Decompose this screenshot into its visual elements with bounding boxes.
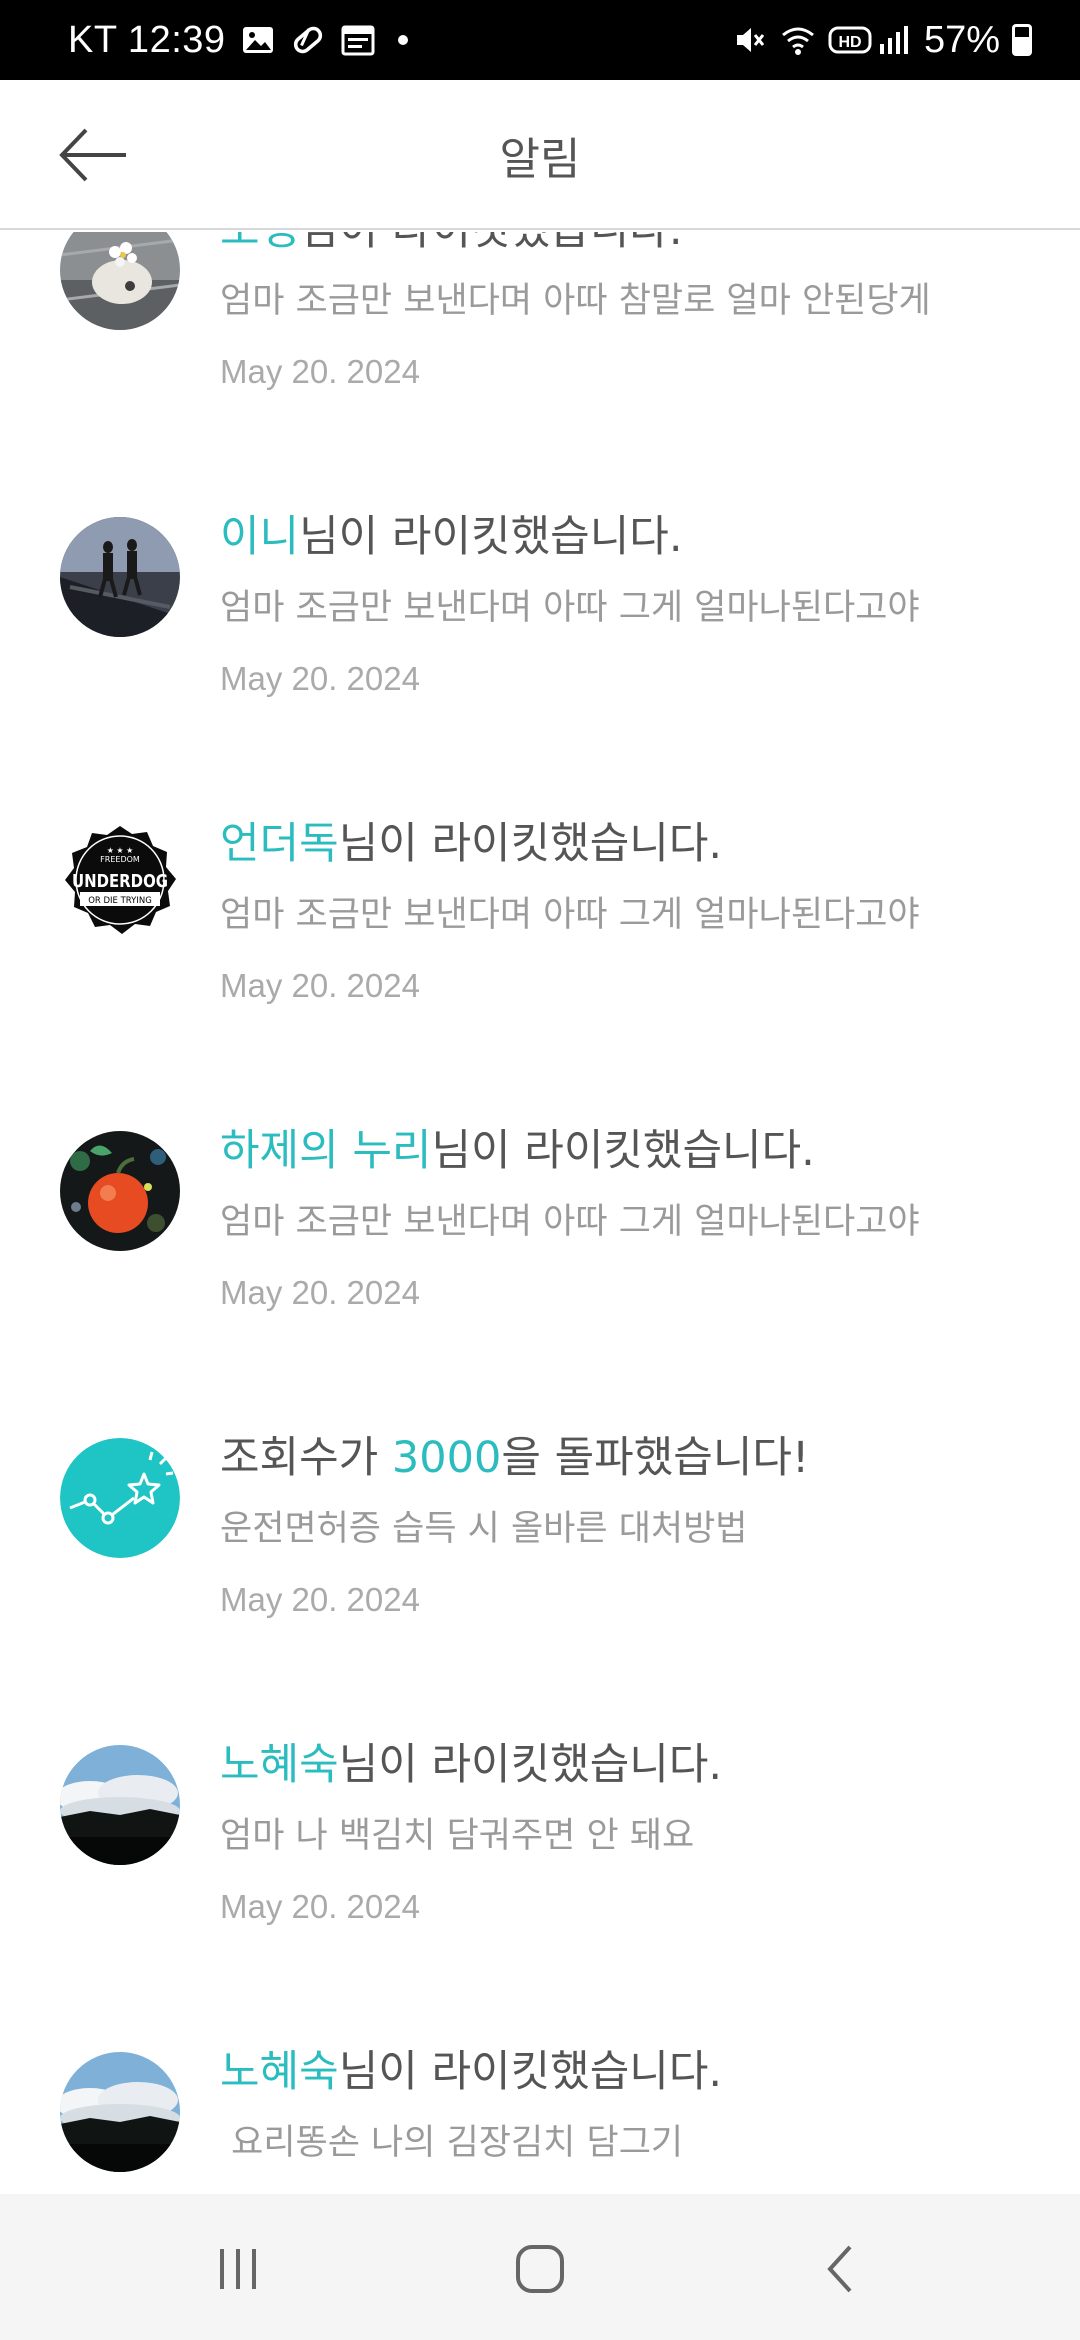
notification-headline: 언더독님이 라이킷했습니다. xyxy=(220,816,1050,872)
wifi-icon xyxy=(780,22,816,58)
badge-main-text: UNDERDOG xyxy=(72,871,168,892)
avatar[interactable]: FREEDOM UNDERDOG OR DIE TRYING ★ ★ ★ xyxy=(60,824,180,944)
battery-icon xyxy=(1012,24,1032,56)
status-bar: KT 12:39 HD 57% xyxy=(0,0,1080,80)
battery-percent: 57% xyxy=(923,18,1000,61)
notification-headline: 하제의 누리님이 라이킷했습니다. xyxy=(220,1123,1050,1179)
calendar-icon xyxy=(340,22,376,58)
headline-text: 을 돌파했습니다! xyxy=(501,1433,810,1483)
avatar-silhouettes xyxy=(60,517,180,637)
pill-icon xyxy=(290,22,326,58)
recents-button[interactable] xyxy=(198,2229,278,2309)
notification-item[interactable]: 노혜숙님이 라이킷했습니다. 엄마 나 백김치 담궈주면 안 돼요 May 20… xyxy=(0,1737,1080,2044)
user-name[interactable]: 하제의 누리 xyxy=(220,1126,431,1176)
mute-icon xyxy=(732,22,768,58)
avatar[interactable] xyxy=(60,2052,180,2172)
notification-headline: 노혜숙님이 라이킷했습니다. xyxy=(220,2044,1050,2100)
avatar[interactable] xyxy=(60,1745,180,1865)
post-snippet: 엄마 조금만 보낸다며 아따 참말로 얼마 안된당게 xyxy=(220,281,931,321)
app-bar: 알림 xyxy=(0,80,1080,230)
headline-text: 님이 라이킷했습니다. xyxy=(299,512,683,562)
post-snippet: 엄마 조금만 보낸다며 아따 그게 얼마나된다고야 xyxy=(220,895,920,935)
notification-item[interactable]: 노혜숙님이 라이킷했습니다. 요리똥손 나의 김장김치 담그기 xyxy=(0,2044,1080,2192)
badge-top-text: FREEDOM xyxy=(100,855,140,864)
svg-text:HD: HD xyxy=(838,34,861,51)
post-snippet: 엄마 조금만 보낸다며 아따 그게 얼마나된다고야 xyxy=(220,1202,920,1242)
avatar-red-fruit xyxy=(60,1131,180,1251)
notification-headline: 이니님이 라이킷했습니다. xyxy=(220,509,1050,565)
notification-date: May 20. 2024 xyxy=(220,1581,420,1618)
svg-text:★ ★ ★: ★ ★ ★ xyxy=(107,846,134,855)
headline-text: 님이 라이킷했습니다. xyxy=(338,2047,723,2097)
hd-icon: HD xyxy=(828,22,872,58)
user-name[interactable]: 이니 xyxy=(220,512,299,562)
home-icon xyxy=(516,2245,564,2293)
page-title: 알림 xyxy=(499,134,581,185)
notification-date: May 20. 2024 xyxy=(220,1888,420,1925)
notification-dot-icon xyxy=(397,35,408,45)
notification-item[interactable]: 초맹님이 라이킷했습니다. 엄마 조금만 보낸다며 아따 참말로 얼마 안된당게… xyxy=(0,232,1080,509)
user-name[interactable]: 초맹 xyxy=(220,232,299,255)
user-name[interactable]: 언더독 xyxy=(220,819,339,869)
notification-date: May 20. 2024 xyxy=(220,1274,420,1311)
avatar-underdog-badge: FREEDOM UNDERDOG OR DIE TRYING ★ ★ ★ xyxy=(60,824,180,944)
headline-prefix: 조회수가 xyxy=(220,1433,392,1483)
notification-headline: 조회수가 3000을 돌파했습니다! xyxy=(220,1430,1050,1486)
stats-star-icon xyxy=(60,1438,180,1558)
headline-text: 님이 라이킷했습니다. xyxy=(338,1740,723,1790)
badge-bottom-text: OR DIE TRYING xyxy=(88,896,152,906)
user-name[interactable]: 노혜숙 xyxy=(220,1740,339,1790)
notification-item[interactable]: 조회수가 3000을 돌파했습니다! 운전면허증 습득 시 올바른 대처방법 M… xyxy=(0,1430,1080,1737)
avatar[interactable] xyxy=(60,517,180,637)
post-snippet: 요리똥손 나의 김장김치 담그기 xyxy=(220,2123,684,2163)
back-nav-button[interactable] xyxy=(802,2229,882,2309)
post-snippet: 엄마 조금만 보낸다며 아따 그게 얼마나된다고야 xyxy=(220,588,920,628)
view-count: 3000 xyxy=(391,1433,502,1483)
avatar-stone-flower xyxy=(60,232,180,330)
home-button[interactable] xyxy=(500,2229,580,2309)
headline-text: 님이 라이킷했습니다. xyxy=(431,1126,815,1176)
headline-text: 님이 라이킷했습니다. xyxy=(338,819,723,869)
notification-item[interactable]: FREEDOM UNDERDOG OR DIE TRYING ★ ★ ★ 언더독… xyxy=(0,816,1080,1123)
notification-headline: 노혜숙님이 라이킷했습니다. xyxy=(220,1737,1050,1793)
post-snippet: 엄마 나 백김치 담궈주면 안 돼요 xyxy=(220,1816,695,1856)
avatar-clouds xyxy=(60,1745,180,1865)
avatar[interactable] xyxy=(60,1131,180,1251)
carrier-time: KT 12:39 xyxy=(68,18,226,61)
notification-date: May 20. 2024 xyxy=(220,660,420,697)
user-name[interactable]: 노혜숙 xyxy=(220,2047,339,2097)
notification-date: May 20. 2024 xyxy=(220,353,420,390)
notification-headline: 초맹님이 라이킷했습니다. xyxy=(220,232,1050,258)
avatar-clouds xyxy=(60,2052,180,2172)
avatar[interactable] xyxy=(60,232,180,330)
notification-item[interactable]: 하제의 누리님이 라이킷했습니다. 엄마 조금만 보낸다며 아따 그게 얼마나된… xyxy=(0,1123,1080,1430)
notification-item[interactable]: 이니님이 라이킷했습니다. 엄마 조금만 보낸다며 아따 그게 얼마나된다고야 … xyxy=(0,509,1080,816)
post-snippet: 운전면허증 습득 시 올바른 대처방법 xyxy=(220,1509,748,1549)
headline-text: 님이 라이킷했습니다. xyxy=(299,232,682,255)
notification-date: May 20. 2024 xyxy=(220,967,420,1004)
avatar xyxy=(60,1438,180,1558)
gallery-icon xyxy=(240,22,276,58)
recents-icon xyxy=(220,2249,256,2289)
navigation-bar xyxy=(0,2194,1080,2340)
signal-icon xyxy=(876,22,912,58)
notification-list: 초맹님이 라이킷했습니다. 엄마 조금만 보낸다며 아따 참말로 얼마 안된당게… xyxy=(0,232,1080,2192)
back-icon xyxy=(827,2245,852,2293)
